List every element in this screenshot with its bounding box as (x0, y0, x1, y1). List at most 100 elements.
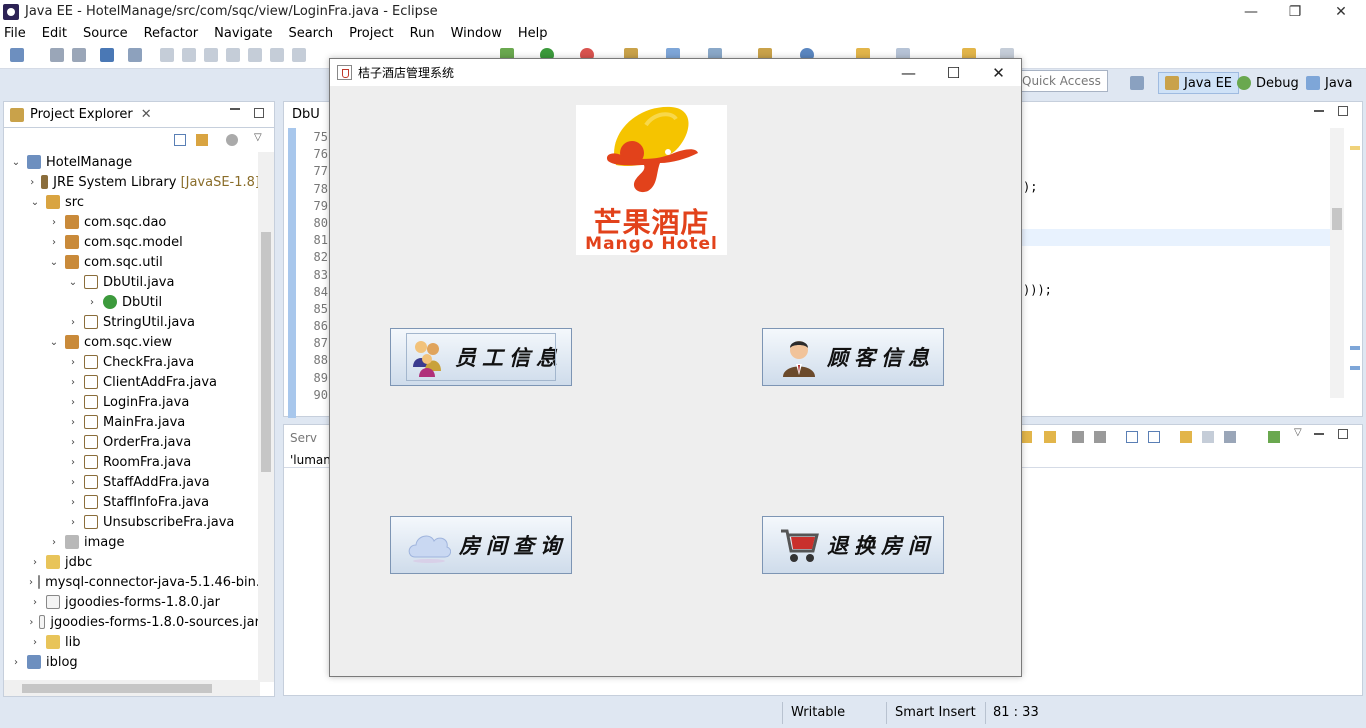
tree-item-java-file[interactable]: › StaffAddFra.java (4, 472, 260, 492)
terminate-icon[interactable] (204, 48, 218, 62)
expand-icon[interactable]: › (48, 237, 60, 248)
room-query-button[interactable]: 房间查询 (390, 516, 572, 574)
scroll-thumb[interactable] (22, 684, 212, 693)
menu-help[interactable]: Help (518, 26, 548, 41)
down-icon[interactable] (1044, 431, 1056, 443)
new-view-icon[interactable] (1268, 431, 1280, 443)
expand-icon[interactable]: › (67, 317, 79, 328)
tree-item-jre[interactable]: › JRE System Library [JavaSE-1.8] (4, 172, 260, 192)
server-row[interactable]: 'luman (290, 453, 331, 467)
tree-item-folder[interactable]: › jdbc (4, 552, 260, 572)
view-menu-icon[interactable]: ▽ (254, 132, 262, 143)
menu-search[interactable]: Search (288, 26, 333, 41)
expand-icon[interactable]: › (29, 177, 36, 188)
scroll-thumb[interactable] (261, 232, 271, 472)
collapse-all-icon[interactable] (174, 134, 186, 146)
tree-item-package[interactable]: › image (4, 532, 260, 552)
filter-icon[interactable] (226, 134, 238, 146)
tree-vertical-scrollbar[interactable] (258, 152, 274, 682)
tree-item-src[interactable]: ⌄ src (4, 192, 260, 212)
perspective-debug[interactable]: Debug (1237, 72, 1299, 94)
expand-icon[interactable]: › (67, 497, 79, 508)
customer-info-button[interactable]: 顾客信息 (762, 328, 944, 386)
tree-item-java-file[interactable]: › StaffInfoFra.java (4, 492, 260, 512)
tree-item-class[interactable]: › DbUtil (4, 292, 260, 312)
save-all-icon[interactable] (72, 48, 86, 62)
remove-all-icon[interactable] (1094, 431, 1106, 443)
refresh-icon[interactable] (1180, 431, 1192, 443)
expand-icon[interactable]: › (67, 477, 79, 488)
expand-icon[interactable]: › (29, 637, 41, 648)
tree-item-project[interactable]: › iblog (4, 652, 260, 672)
stop-icon[interactable] (1202, 431, 1214, 443)
menu-run[interactable]: Run (410, 26, 435, 41)
perspective-java[interactable]: Java (1306, 72, 1352, 94)
project-explorer-tab[interactable]: Project Explorer ✕ (4, 102, 274, 128)
save-icon[interactable] (50, 48, 64, 62)
overview-marker[interactable] (1350, 346, 1360, 350)
expand-icon[interactable]: › (67, 357, 79, 368)
tree-item-java-file[interactable]: › LoginFra.java (4, 392, 260, 412)
remove-icon[interactable] (1072, 431, 1084, 443)
servers-tab[interactable]: Serv (290, 431, 317, 445)
collapse-icon[interactable]: ⌄ (48, 337, 60, 348)
expand-icon[interactable]: › (67, 517, 79, 528)
view-menu-icon[interactable]: ▽ (1294, 427, 1302, 438)
step-into-icon[interactable] (248, 48, 262, 62)
close-button[interactable]: ✕ (1318, 0, 1364, 23)
disconnect-icon[interactable] (226, 48, 240, 62)
editor-vertical-scrollbar[interactable] (1330, 128, 1344, 398)
quick-access-input[interactable]: Quick Access (1016, 70, 1108, 92)
tree-horizontal-scrollbar[interactable] (4, 680, 260, 696)
expand-icon[interactable]: › (29, 557, 41, 568)
link-editor-icon[interactable] (196, 134, 208, 146)
tree-item-hotelmanage[interactable]: ⌄ HotelManage (4, 152, 260, 172)
tree-item-package[interactable]: › com.sqc.model (4, 232, 260, 252)
maximize-view-icon[interactable] (254, 108, 264, 118)
tree-item-package[interactable]: ⌄ com.sqc.view (4, 332, 260, 352)
expand-icon[interactable]: › (86, 297, 98, 308)
overview-marker[interactable] (1350, 146, 1360, 150)
new-icon[interactable] (10, 48, 24, 62)
menu-source[interactable]: Source (83, 26, 128, 41)
tree-item-jar[interactable]: › jgoodies-forms-1.8.0-sources.jar (4, 612, 260, 632)
menu-project[interactable]: Project (349, 26, 393, 41)
expand-icon[interactable]: › (48, 217, 60, 228)
tree-item-jar[interactable]: › jgoodies-forms-1.8.0.jar (4, 592, 260, 612)
expand-icon[interactable]: › (67, 377, 79, 388)
dialog-close-button[interactable]: ✕ (976, 59, 1021, 86)
collapse-icon[interactable]: ⌄ (10, 157, 22, 168)
menu-navigate[interactable]: Navigate (214, 26, 272, 41)
expand-icon[interactable]: › (48, 537, 60, 548)
tree-item-java-file[interactable]: › MainFra.java (4, 412, 260, 432)
expand-icon[interactable]: › (67, 457, 79, 468)
menu-refactor[interactable]: Refactor (144, 26, 199, 41)
perspective-java-ee[interactable]: Java EE (1158, 72, 1240, 94)
tree-item-java-file[interactable]: › UnsubscribeFra.java (4, 512, 260, 532)
change-room-button[interactable]: 退换房间 (762, 516, 944, 574)
expand-icon[interactable]: › (67, 417, 79, 428)
tree-item-package[interactable]: › com.sqc.dao (4, 212, 260, 232)
overview-marker[interactable] (1350, 366, 1360, 370)
tree-item-package[interactable]: ⌄ com.sqc.util (4, 252, 260, 272)
tree-item-java-file[interactable]: › StringUtil.java (4, 312, 260, 332)
suspend-icon[interactable] (182, 48, 196, 62)
expand-icon[interactable]: › (10, 657, 22, 668)
step-return-icon[interactable] (292, 48, 306, 62)
collapse-icon[interactable]: ⌄ (48, 257, 60, 268)
scroll-thumb[interactable] (1332, 208, 1342, 230)
tree-item-java-file[interactable]: ⌄ DbUtil.java (4, 272, 260, 292)
open-perspective-icon[interactable] (1130, 76, 1144, 90)
dialog-minimize-button[interactable]: — (886, 59, 931, 86)
collapse-icon[interactable]: ⌄ (29, 197, 41, 208)
filter-icon[interactable] (1224, 431, 1236, 443)
editor-tab[interactable]: DbU (284, 102, 334, 126)
minimize-view-icon[interactable] (1314, 433, 1324, 435)
step-over-icon[interactable] (270, 48, 284, 62)
tree-item-java-file[interactable]: › OrderFra.java (4, 432, 260, 452)
collapse-all-icon[interactable] (1148, 431, 1160, 443)
expand-icon[interactable]: › (29, 617, 34, 628)
tree-item-jar[interactable]: › mysql-connector-java-5.1.46-bin. (4, 572, 260, 592)
maximize-editor-icon[interactable] (1338, 106, 1348, 116)
menu-window[interactable]: Window (451, 26, 502, 41)
